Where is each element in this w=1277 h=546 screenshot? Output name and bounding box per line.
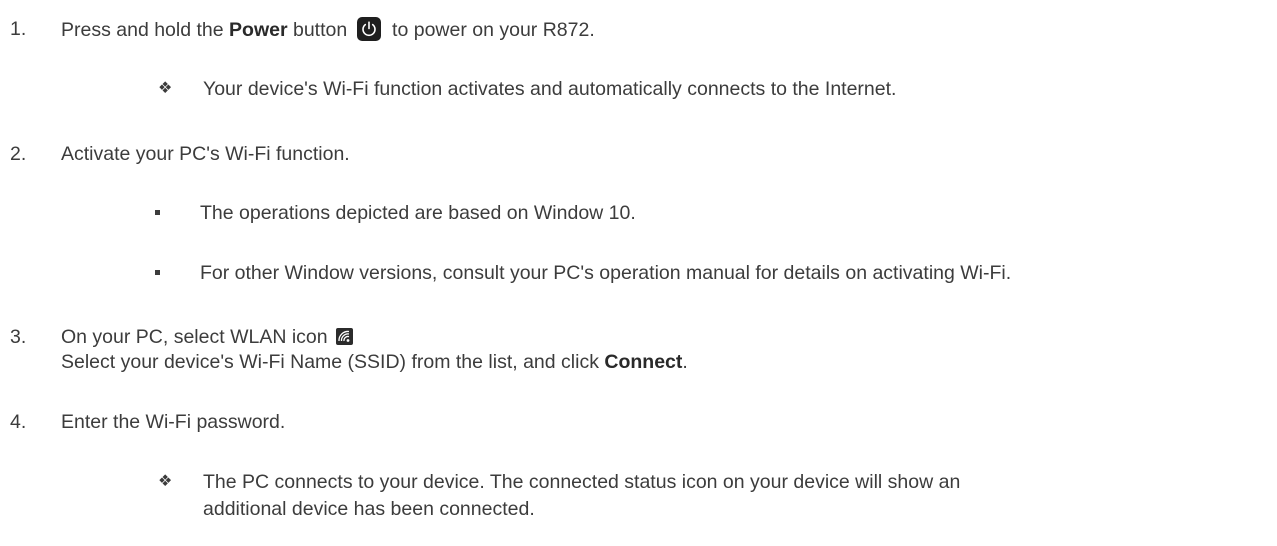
sub-note-text: For other Window versions, consult your … bbox=[200, 262, 1012, 284]
step-text: . bbox=[682, 351, 688, 373]
step-1: 1. bbox=[10, 17, 26, 41]
step-2-text: Activate your PC's Wi-Fi function. bbox=[61, 142, 350, 166]
step-text: Activate your PC's Wi-Fi function. bbox=[61, 143, 350, 165]
step-number: 1. bbox=[10, 18, 27, 40]
step-1-text: Press and hold the Power button to power… bbox=[61, 17, 595, 42]
step-text: Press and hold the bbox=[61, 19, 230, 41]
diamond-bullet: ❖ bbox=[158, 78, 173, 97]
step-4-text: Enter the Wi-Fi password. bbox=[61, 410, 285, 434]
square-bullet bbox=[155, 270, 160, 275]
sub-note: Your device's Wi-Fi function activates a… bbox=[203, 77, 896, 101]
sub-note: The PC connects to your device. The conn… bbox=[203, 470, 960, 494]
step-text: to power on your R872. bbox=[386, 19, 595, 41]
step-3: 3. bbox=[10, 325, 26, 349]
power-label: Power bbox=[229, 19, 288, 41]
step-2: 2. bbox=[10, 142, 26, 166]
step-text: On your PC, select WLAN icon bbox=[61, 326, 328, 348]
step-number: 2. bbox=[10, 143, 27, 165]
sub-note-text: The operations depicted are based on Win… bbox=[200, 202, 636, 224]
step-3-text-line2: Select your device's Wi-Fi Name (SSID) f… bbox=[61, 350, 688, 374]
sub-note-text: Your device's Wi-Fi function activates a… bbox=[203, 78, 897, 100]
sub-note: For other Window versions, consult your … bbox=[200, 261, 1011, 285]
sub-note-text: The PC connects to your device. The conn… bbox=[203, 471, 961, 493]
wlan-icon bbox=[335, 328, 353, 345]
connect-label: Connect bbox=[604, 351, 683, 373]
square-bullet bbox=[155, 210, 160, 215]
power-icon bbox=[356, 17, 381, 41]
step-text: Enter the Wi-Fi password. bbox=[61, 411, 286, 433]
sub-note-text: additional device has been connected. bbox=[203, 498, 535, 520]
diamond-bullet: ❖ bbox=[158, 471, 173, 490]
sub-note: The operations depicted are based on Win… bbox=[200, 201, 636, 225]
sub-note-line2: additional device has been connected. bbox=[203, 497, 535, 521]
step-3-text: On your PC, select WLAN icon bbox=[61, 325, 353, 349]
step-4: 4. bbox=[10, 410, 26, 434]
step-number: 4. bbox=[10, 411, 27, 433]
step-text: button bbox=[287, 19, 348, 41]
step-text: Select your device's Wi-Fi Name (SSID) f… bbox=[61, 351, 605, 373]
step-number: 3. bbox=[10, 326, 27, 348]
